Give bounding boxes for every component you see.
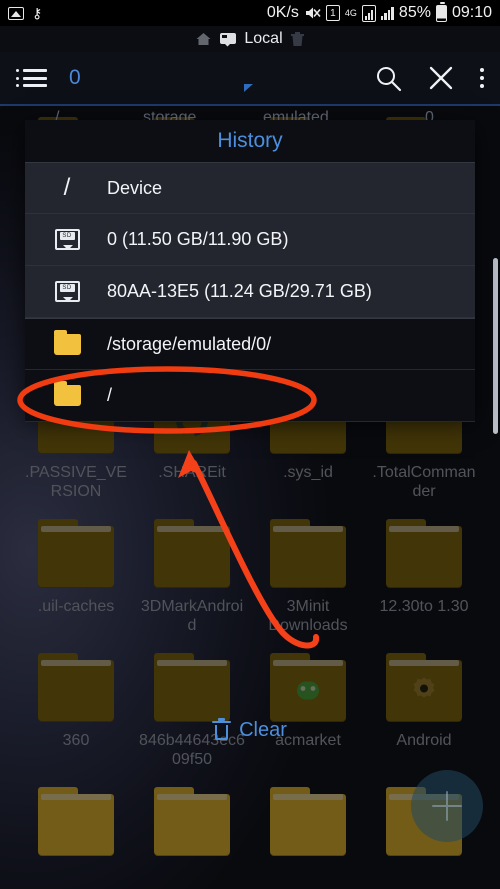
key-icon: ⚷	[32, 5, 42, 21]
network-type-label: 4G	[344, 8, 357, 18]
history-list-top[interactable]: / Device 0 (11.50 GB/11.90 GB) 80AA-13E5 (1…	[25, 162, 475, 318]
status-bar: ⚷ 0K/s 1 4G 85% 09:10	[0, 0, 500, 26]
tab-indicator-caret	[244, 84, 253, 92]
image-icon	[8, 6, 24, 20]
list-view-icon[interactable]	[16, 69, 47, 87]
home-icon[interactable]	[195, 31, 212, 47]
history-item-label: Device	[107, 177, 163, 198]
history-item[interactable]: /storage/emulated/0/	[25, 318, 475, 370]
vertical-scrollbar[interactable]	[493, 258, 498, 434]
add-icon	[432, 791, 462, 821]
selection-count: 0	[69, 66, 81, 89]
dialog-title: History	[217, 129, 283, 152]
clock: 09:10	[451, 4, 492, 21]
clear-label: Clear	[239, 718, 287, 741]
sim-icon: 1	[325, 5, 340, 21]
add-fab-button[interactable]	[411, 770, 483, 842]
sdcard-icon	[53, 229, 81, 250]
sdcard-icon	[53, 281, 81, 302]
history-item-label: 80AA-13E5 (11.24 GB/29.71 GB)	[107, 281, 372, 301]
battery-percent: 85%	[398, 4, 431, 21]
trash-icon[interactable]	[290, 31, 305, 47]
tab-label-local[interactable]: Local	[244, 30, 282, 48]
network-speed: 0K/s	[266, 4, 299, 21]
folder-icon	[53, 381, 81, 406]
history-item[interactable]: /	[25, 370, 475, 422]
signal-bars-icon	[380, 6, 394, 20]
history-item[interactable]: / Device	[25, 162, 475, 214]
battery-icon	[435, 1, 447, 22]
history-dialog[interactable]: History / Device 0 (11.50 GB/11.90 GB) 80AA…	[25, 120, 475, 422]
location-tab-strip[interactable]: Local	[0, 26, 500, 52]
history-item[interactable]: 80AA-13E5 (11.24 GB/29.71 GB)	[25, 266, 475, 318]
history-item-label: 0 (11.50 GB/11.90 GB)	[107, 229, 289, 249]
mute-icon	[304, 5, 321, 21]
history-list-bottom[interactable]: /storage/emulated/0/ /	[25, 318, 475, 422]
history-item[interactable]: 0 (11.50 GB/11.90 GB)	[25, 214, 475, 266]
trash-icon	[212, 718, 232, 740]
search-icon[interactable]	[375, 65, 402, 92]
history-item-label: /storage/emulated/0/	[107, 333, 272, 354]
sdcard-icon[interactable]	[219, 32, 237, 47]
app-toolbar[interactable]: 0	[0, 52, 500, 106]
clear-history-button[interactable]: Clear	[0, 700, 500, 760]
close-icon[interactable]	[428, 65, 454, 91]
folder-icon	[53, 329, 81, 355]
history-item-label: /	[107, 385, 113, 405]
slash-icon: /	[63, 174, 71, 201]
signal-boxed-icon	[361, 4, 376, 22]
overflow-menu-icon[interactable]	[480, 68, 484, 88]
